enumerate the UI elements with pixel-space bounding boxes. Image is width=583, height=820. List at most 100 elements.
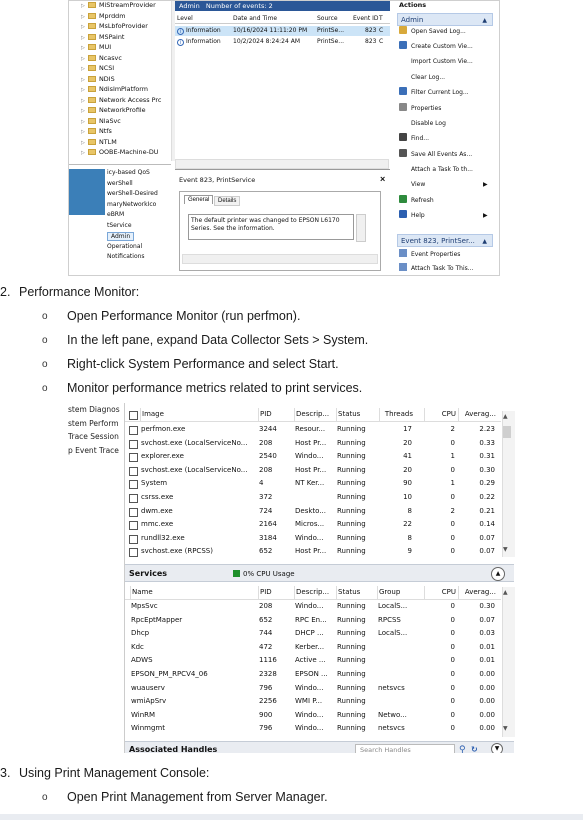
- tree-item[interactable]: ▷ NDIS: [81, 74, 115, 84]
- side-item[interactable]: Trace Session: [68, 432, 119, 441]
- action-item[interactable]: View ▶: [399, 179, 488, 191]
- process-row[interactable]: perfmon.exe 3244 Resour... Running 17 2 2.23: [125, 423, 501, 436]
- tree-item[interactable]: ▷ MSPaint: [81, 32, 124, 42]
- process-row[interactable]: dwm.exe 724 Deskto... Running 8 2 0.21: [125, 505, 501, 518]
- action-item[interactable]: Find...: [399, 133, 429, 145]
- expand-arrow-icon[interactable]: ▷: [81, 148, 88, 158]
- tree-item[interactable]: ▷ MsLbfoProvider: [81, 21, 148, 31]
- action-item[interactable]: Save All Events As...: [399, 149, 472, 161]
- tree-sub-item[interactable]: werShell-Desired: [107, 190, 158, 197]
- tree-sub-item[interactable]: icy-based QoS: [107, 169, 150, 176]
- column-header[interactable]: PID: [258, 586, 294, 599]
- process-checkbox[interactable]: [129, 439, 138, 449]
- column-header[interactable]: Image: [140, 408, 257, 421]
- services-section-header[interactable]: Services 0% CPU Usage ▲: [125, 564, 514, 582]
- expand-arrow-icon[interactable]: ▷: [81, 138, 88, 148]
- process-checkbox[interactable]: [129, 548, 138, 558]
- actions-section-admin[interactable]: Admin ▲: [397, 13, 493, 26]
- column-header[interactable]: Status: [336, 408, 378, 421]
- refresh-icon[interactable]: ↻: [471, 742, 478, 753]
- column-header[interactable]: PID: [258, 408, 294, 421]
- tree-item[interactable]: ▷ Ntfs: [81, 126, 112, 136]
- process-checkbox[interactable]: [129, 480, 138, 490]
- desc-scrollbar[interactable]: [356, 214, 366, 242]
- tab-general[interactable]: General: [184, 195, 214, 204]
- service-row[interactable]: EPSON_PM_RPCV4_06 2328 EPSON ... Running 0 0.…: [125, 668, 501, 681]
- scroll-up-icon[interactable]: ▲: [503, 413, 508, 420]
- column-header[interactable]: Source: [317, 15, 338, 22]
- service-row[interactable]: Kdc 472 Kerber... Running 0 0.01: [125, 641, 501, 654]
- process-checkbox[interactable]: [129, 507, 138, 517]
- select-all-checkbox[interactable]: [129, 411, 138, 420]
- collapse-icon[interactable]: ▲: [491, 567, 505, 581]
- search-icon[interactable]: ⚲: [459, 742, 466, 753]
- tab-details[interactable]: Details: [214, 196, 241, 206]
- expand-arrow-icon[interactable]: ▷: [81, 106, 88, 116]
- column-header[interactable]: Descrip...: [294, 408, 336, 421]
- expand-arrow-icon[interactable]: ▷: [81, 33, 88, 43]
- process-checkbox[interactable]: [129, 426, 138, 435]
- tree-sub-item[interactable]: Operational: [107, 243, 142, 250]
- column-header[interactable]: Descrip...: [294, 586, 336, 599]
- services-vscroll[interactable]: [502, 587, 515, 737]
- events-hscroll[interactable]: [175, 159, 389, 169]
- process-checkbox[interactable]: [129, 453, 138, 463]
- tree-item[interactable]: ▷ NCSI: [81, 63, 114, 73]
- service-row[interactable]: Dhcp 744 DHCP ... Running LocalS... 0 0.03: [125, 627, 501, 640]
- column-header[interactable]: Name: [130, 586, 257, 599]
- service-row[interactable]: MpsSvc 208 Windo... Running LocalS... 0 0.30: [125, 600, 501, 613]
- column-header[interactable]: CPU: [424, 408, 456, 421]
- tree-item[interactable]: ▷ Ncasvc: [81, 53, 122, 63]
- expand-arrow-icon[interactable]: ▷: [81, 12, 88, 22]
- close-icon[interactable]: ×: [380, 174, 385, 184]
- process-row[interactable]: explorer.exe 2540 Windo... Running 41 1 0.31: [125, 450, 501, 463]
- service-row[interactable]: wuauserv 796 Windo... Running netsvcs 0 0.00: [125, 682, 501, 695]
- tree-sub-item[interactable]: maryNetworkIco: [107, 201, 156, 208]
- side-item[interactable]: stem Diagnos: [68, 405, 120, 414]
- side-item[interactable]: p Event Trace: [68, 446, 119, 455]
- process-checkbox[interactable]: [129, 534, 138, 544]
- scroll-up-icon[interactable]: ▲: [503, 589, 508, 596]
- action-item[interactable]: Filter Current Log...: [399, 87, 469, 99]
- tree-item[interactable]: ▷ MUI: [81, 42, 111, 52]
- process-checkbox[interactable]: [129, 521, 138, 531]
- expand-arrow-icon[interactable]: ▷: [81, 22, 88, 32]
- column-header[interactable]: Status: [336, 586, 378, 599]
- column-header[interactable]: CPU: [424, 586, 456, 599]
- expand-arrow-icon[interactable]: ▷: [81, 117, 88, 127]
- detail-hscroll[interactable]: [182, 254, 378, 264]
- process-checkbox[interactable]: [129, 466, 138, 476]
- search-handles-input[interactable]: Search Handles: [355, 744, 455, 753]
- column-header[interactable]: Group: [377, 586, 421, 599]
- service-row[interactable]: ADWS 1116 Active ... Running 0 0.01: [125, 654, 501, 667]
- tree-sub-item[interactable]: tService: [107, 222, 132, 229]
- action-item[interactable]: Attach a Task To th...: [399, 164, 473, 176]
- process-row[interactable]: svchost.exe (RPCSS) 652 Host Pr... Running 9…: [125, 545, 501, 558]
- action-item[interactable]: Clear Log...: [399, 72, 445, 84]
- expand-arrow-icon[interactable]: ▷: [81, 85, 88, 95]
- expand-arrow-icon[interactable]: ▷: [81, 75, 88, 85]
- tree-item[interactable]: ▷ NetworkProfile: [81, 105, 146, 115]
- action-item[interactable]: Open Saved Log...: [399, 26, 466, 38]
- process-row[interactable]: rundll32.exe 3184 Windo... Running 8 0 0.07: [125, 532, 501, 545]
- process-row[interactable]: svchost.exe (LocalServiceNo... 208 Host Pr…: [125, 464, 501, 477]
- scroll-thumb[interactable]: [503, 426, 511, 438]
- column-header[interactable]: Event ID: [353, 15, 379, 22]
- side-item[interactable]: stem Perform: [68, 419, 119, 428]
- tree-item[interactable]: ▷ NTLM: [81, 137, 117, 147]
- event-row[interactable]: i Information 10/16/2024 11:11:20 PM PrintS…: [175, 26, 390, 36]
- tree-item[interactable]: ▷ NdisImPlatform: [81, 84, 148, 94]
- action-item[interactable]: Disable Log: [399, 118, 446, 130]
- tree-item[interactable]: ▷ MiStreamProvider: [81, 1, 156, 10]
- expand-arrow-icon[interactable]: ▷: [81, 64, 88, 74]
- tree-item[interactable]: ▷ Network Access Prc: [81, 95, 161, 105]
- tree-sub-item[interactable]: Notifications: [107, 253, 145, 260]
- actions-section-event[interactable]: Event 823, PrintSer... ▲: [397, 234, 493, 247]
- tree-sub-item[interactable]: eBRM: [107, 211, 124, 218]
- column-header[interactable]: Date and Time: [233, 15, 277, 22]
- expand-arrow-icon[interactable]: ▷: [81, 43, 88, 53]
- column-header[interactable]: Level: [177, 15, 193, 22]
- service-row[interactable]: RpcEptMapper 652 RPC En... Running RPCSS 0 0.0…: [125, 614, 501, 627]
- action-item[interactable]: Import Custom Vie...: [399, 56, 473, 68]
- process-checkbox[interactable]: [129, 494, 138, 503]
